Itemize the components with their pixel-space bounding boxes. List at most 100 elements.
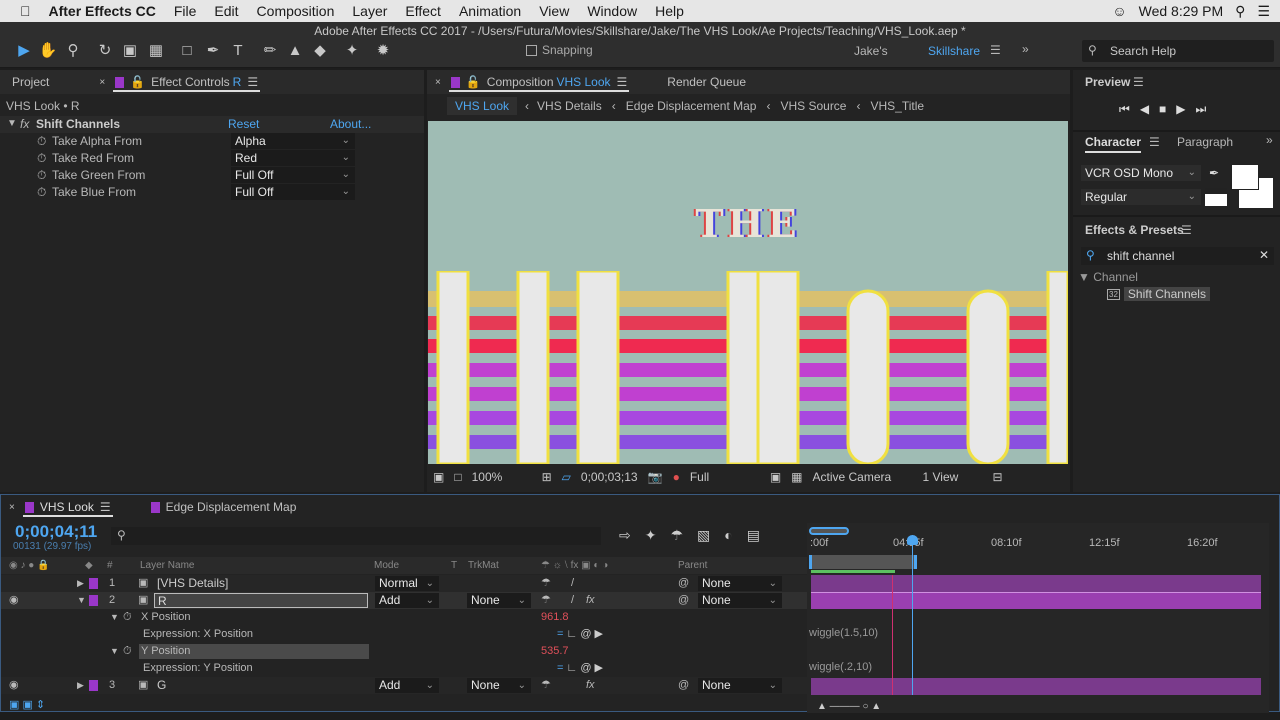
visibility-eye-icon[interactable]: ◉ [9, 592, 19, 609]
expression-controls-icons[interactable]: = ∟ @ ▶ [557, 626, 603, 643]
tab-effect-controls[interactable]: 🔓 Effect Controls R ☰ [105, 70, 268, 94]
fx-switch-icon[interactable]: fx [586, 677, 595, 694]
timeline-bottom-icons[interactable]: ▣ ▣ ⇕ [9, 698, 45, 711]
playhead-handle[interactable] [907, 535, 918, 545]
channel-icon[interactable]: ● [673, 470, 680, 484]
composition-flowchart-icon[interactable]: ⇨ [619, 527, 631, 544]
font-family-dropdown[interactable]: VCR OSD Mono ⌄ [1081, 165, 1201, 181]
first-frame-icon[interactable]: ⏮ [1119, 102, 1130, 117]
about-link[interactable]: About... [330, 117, 371, 131]
label-color-swatch[interactable] [89, 680, 98, 691]
composition-viewer[interactable]: THE [428, 121, 1068, 464]
quality-switch-icon[interactable]: / [571, 575, 574, 592]
snapshot-icon[interactable]: 📷 [648, 470, 663, 484]
effect-result-shift-channels[interactable]: 32 Shift Channels [1107, 287, 1210, 301]
visibility-eye-icon[interactable]: ◉ [9, 677, 19, 694]
stop-icon[interactable]: ■ [1159, 102, 1166, 117]
tab-project[interactable]: Project [0, 70, 59, 94]
view-layout-dropdown[interactable]: 1 View [923, 470, 983, 484]
collapse-triangle-icon[interactable]: ▼ [110, 609, 119, 626]
effects-search-input[interactable]: ⚲ shift channel ✕ [1081, 247, 1274, 265]
pickwhip-icon[interactable]: @ [678, 575, 689, 592]
zoom-tool-icon[interactable]: ⚲ [63, 41, 83, 61]
frame-blending-icon[interactable]: ▧ [697, 527, 710, 544]
stopwatch-icon[interactable]: ⏱ [37, 134, 46, 149]
trkmat-dropdown[interactable]: None ⌄ [467, 678, 531, 693]
layer-name-edit-field[interactable]: R [154, 593, 368, 608]
tab-render-queue[interactable]: Render Queue [657, 70, 756, 94]
camera-tool-icon[interactable]: ▣ [120, 41, 140, 61]
mode-dropdown[interactable]: Normal ⌄ [375, 576, 439, 591]
region-of-interest-icon[interactable]: ▣ [770, 470, 781, 484]
hand-tool-icon[interactable]: ✋ [38, 41, 58, 61]
param-dropdown[interactable]: Alpha ⌄ [231, 133, 355, 149]
layer-row[interactable]: ◉ ▶ 3 ▣ G Add ⌄ None ⌄ ☂ fx @ None ⌄ [1, 677, 807, 694]
panel-menu-icon[interactable]: ☰ [247, 75, 258, 89]
stopwatch-icon[interactable]: ⏱ [37, 185, 46, 200]
parent-dropdown[interactable]: None ⌄ [698, 576, 782, 591]
stopwatch-icon[interactable]: ⏱ [123, 643, 132, 660]
collapse-triangle-icon[interactable]: ▼ [77, 592, 86, 609]
pickwhip-icon[interactable]: @ [678, 677, 689, 694]
shy-layers-icon[interactable]: ☂ [670, 527, 683, 544]
timeline-current-time[interactable]: 0;00;04;11 [15, 522, 97, 542]
panel-menu-icon[interactable]: ☰ [100, 500, 111, 514]
snapping-checkbox[interactable] [526, 45, 537, 56]
trkmat-dropdown[interactable]: None ⌄ [467, 593, 531, 608]
tab-paragraph[interactable]: Paragraph [1177, 135, 1233, 149]
spotlight-icon[interactable]: ⚲ [1235, 3, 1245, 20]
menu-file[interactable]: File [174, 3, 197, 19]
layer-name[interactable]: G [157, 677, 166, 694]
rotate-tool-icon[interactable]: ↻ [95, 41, 115, 61]
current-time-indicator[interactable] [912, 535, 913, 695]
resolution-dropdown[interactable]: Full [690, 470, 760, 484]
menu-help[interactable]: Help [655, 3, 684, 19]
camera-dropdown[interactable]: Active Camera [813, 470, 913, 484]
label-color-swatch[interactable] [89, 578, 98, 589]
font-style-dropdown[interactable]: Regular ⌄ [1081, 189, 1201, 205]
transparency-grid-icon[interactable]: ▦ [791, 470, 802, 484]
zoom-slider[interactable]: ▲ ——— ○ ▲ [817, 701, 881, 712]
panel-menu-icon[interactable]: ☰ [1149, 135, 1160, 149]
shy-switch-icon[interactable]: ☂ [541, 575, 551, 592]
time-graph[interactable]: :00f 04:05f 08:10f 12:15f 16:20f wiggle(… [807, 523, 1269, 713]
layer-bar-1[interactable] [811, 575, 1261, 592]
type-tool-icon[interactable]: T [228, 41, 248, 61]
stopwatch-icon[interactable]: ⏱ [123, 609, 132, 626]
breadcrumb-vhs-source[interactable]: VHS Source [780, 99, 846, 113]
parent-dropdown[interactable]: None ⌄ [698, 593, 782, 608]
clock[interactable]: Wed 8:29 PM [1139, 3, 1224, 19]
tab-composition[interactable]: 🔓 Composition VHS Look ☰ [441, 70, 637, 94]
workspace-skillshare[interactable]: Skillshare [928, 44, 980, 58]
menu-view[interactable]: View [539, 3, 569, 19]
workspace-menu-icon[interactable]: ☰ [990, 43, 1001, 57]
layer-search-input[interactable]: ⚲ [111, 527, 601, 545]
header-layer-name[interactable]: Layer Name [140, 557, 194, 574]
graph-editor-icon[interactable]: ▤ [747, 527, 760, 544]
fx-icon[interactable]: fx [20, 117, 29, 131]
mode-dropdown[interactable]: Add ⌄ [375, 678, 439, 693]
shy-switch-icon[interactable]: ☂ [541, 592, 551, 609]
menu-window[interactable]: Window [587, 3, 637, 19]
stopwatch-icon[interactable]: ⏱ [37, 168, 46, 183]
menu-layer[interactable]: Layer [352, 3, 387, 19]
motion-blur-icon[interactable]: ◐ [724, 527, 732, 544]
expression-controls-icons[interactable]: = ∟ @ ▶ [557, 660, 603, 677]
stopwatch-icon[interactable]: ⏱ [37, 151, 46, 166]
lock-icon[interactable]: 🔓 [466, 75, 481, 89]
layer-row-selected[interactable]: ◉ ▼ 2 ▣ R Add ⌄ None ⌄ ☂ / fx @ None ⌄ [1, 592, 807, 609]
apple-icon[interactable]:  [20, 3, 31, 19]
shy-switch-icon[interactable]: ☂ [541, 677, 551, 694]
previous-frame-icon[interactable]: ◀ [1140, 102, 1149, 117]
expand-triangle-icon[interactable]: ▶ [77, 575, 84, 592]
reset-link[interactable]: Reset [228, 117, 259, 131]
collapse-triangle-icon[interactable]: ▼ [110, 643, 119, 660]
param-dropdown[interactable]: Full Off ⌄ [231, 184, 355, 200]
tab-vhs-look[interactable]: VHS Look ☰ [15, 495, 121, 519]
expression-text-y[interactable]: wiggle(.2,10) [809, 661, 872, 673]
more-panels-icon[interactable]: » [1266, 133, 1273, 147]
work-area-bar[interactable] [809, 555, 917, 569]
selection-tool-icon[interactable]: ▶ [14, 41, 34, 61]
label-color-swatch[interactable] [89, 595, 98, 606]
puppet-pin-tool-icon[interactable]: ✹ [373, 41, 393, 61]
